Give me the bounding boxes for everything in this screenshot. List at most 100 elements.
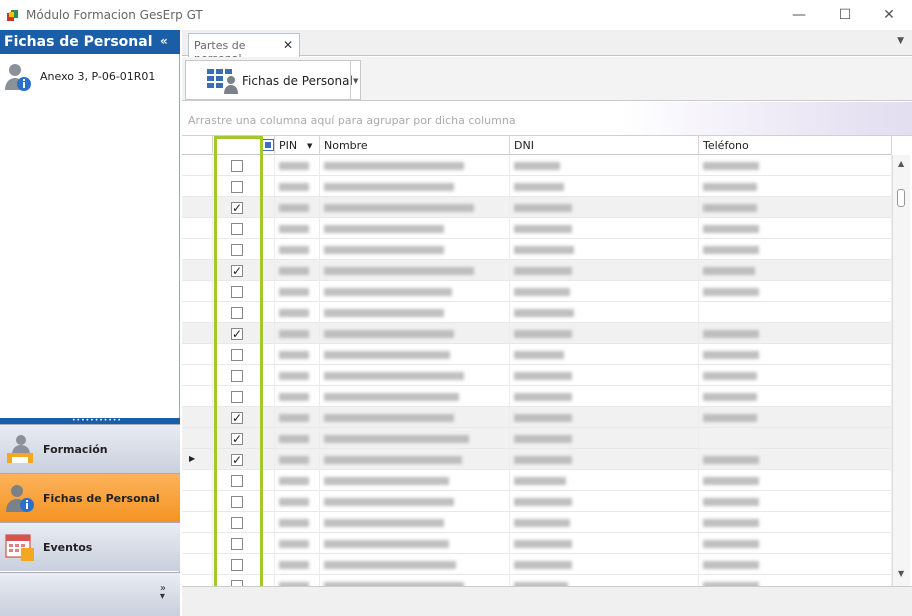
row-select-cell[interactable] [213, 344, 275, 365]
tab-menu-icon[interactable]: ▼ [897, 36, 904, 46]
table-row[interactable] [182, 302, 892, 323]
cell-telefono [699, 281, 892, 302]
obscured-value [514, 246, 574, 254]
table-row[interactable]: ✓ [182, 260, 892, 281]
table-row[interactable] [182, 512, 892, 533]
table-row[interactable]: ✓ [182, 197, 892, 218]
more-options-icon[interactable]: » ▾ [160, 584, 166, 602]
maximize-button[interactable]: ☐ [822, 0, 868, 30]
row-select-cell[interactable]: ✓ [213, 197, 275, 218]
header-dni[interactable]: DNI [510, 136, 699, 155]
obscured-value [703, 288, 759, 296]
row-select-cell[interactable]: ✓ [213, 260, 275, 281]
table-row[interactable]: ✓ [182, 407, 892, 428]
dropdown-arrow-icon[interactable]: ▼ [353, 77, 358, 85]
table-row[interactable] [182, 386, 892, 407]
table-row[interactable]: ✓ [182, 428, 892, 449]
row-select-cell[interactable] [213, 491, 275, 512]
row-checkbox[interactable] [231, 223, 243, 235]
row-checkbox[interactable]: ✓ [231, 433, 243, 445]
collapse-icon[interactable]: « [160, 34, 174, 48]
tab-partes-de-personal[interactable]: Partes de personal. ✕ [188, 33, 300, 65]
row-select-cell[interactable] [213, 575, 275, 586]
nav-formacion[interactable]: Formación [0, 424, 180, 473]
table-row[interactable] [182, 155, 892, 176]
table-row[interactable] [182, 575, 892, 586]
row-select-cell[interactable] [213, 533, 275, 554]
row-select-cell[interactable]: ✓ [213, 449, 275, 470]
person-info-icon [6, 485, 34, 512]
row-select-cell[interactable] [213, 554, 275, 575]
tab-close-icon[interactable]: ✕ [283, 38, 293, 52]
row-checkbox[interactable] [231, 349, 243, 361]
table-row[interactable] [182, 365, 892, 386]
toolbar: Fichas de Personal ▼ [182, 57, 912, 101]
header-select-all[interactable] [213, 136, 275, 155]
row-checkbox[interactable] [231, 244, 243, 256]
minimize-icon: — [792, 7, 806, 23]
row-select-cell[interactable] [213, 239, 275, 260]
row-select-cell[interactable] [213, 470, 275, 491]
row-checkbox[interactable] [231, 370, 243, 382]
table-row[interactable] [182, 281, 892, 302]
cell-dni [510, 470, 699, 491]
cell-dni [510, 281, 699, 302]
row-checkbox[interactable]: ✓ [231, 265, 243, 277]
table-row[interactable] [182, 554, 892, 575]
scroll-down-icon[interactable]: ▼ [898, 569, 904, 578]
row-select-cell[interactable] [213, 512, 275, 533]
table-row[interactable] [182, 344, 892, 365]
row-checkbox[interactable]: ✓ [231, 412, 243, 424]
table-row[interactable] [182, 533, 892, 554]
row-select-cell[interactable] [213, 176, 275, 197]
row-select-cell[interactable] [213, 155, 275, 176]
row-checkbox[interactable] [231, 475, 243, 487]
row-checkbox[interactable] [231, 559, 243, 571]
row-select-cell[interactable]: ✓ [213, 428, 275, 449]
row-checkbox[interactable] [231, 517, 243, 529]
table-row[interactable]: ▶ ✓ [182, 449, 892, 470]
row-checkbox[interactable] [231, 391, 243, 403]
obscured-value [514, 267, 572, 275]
row-checkbox[interactable] [231, 496, 243, 508]
obscured-value [703, 330, 759, 338]
vertical-scrollbar[interactable]: ▲ ▼ [892, 155, 910, 586]
table-row[interactable] [182, 218, 892, 239]
row-select-cell[interactable] [213, 386, 275, 407]
header-pin[interactable]: PIN ▼ [275, 136, 320, 155]
nav-fichas-label: Fichas de Personal [43, 492, 160, 505]
nav-fichas-de-personal[interactable]: Fichas de Personal [0, 473, 180, 522]
minimize-button[interactable]: — [776, 0, 822, 30]
table-row[interactable]: ✓ [182, 323, 892, 344]
row-checkbox[interactable]: ✓ [231, 328, 243, 340]
table-row[interactable] [182, 491, 892, 512]
table-row[interactable] [182, 176, 892, 197]
row-select-cell[interactable]: ✓ [213, 407, 275, 428]
row-select-cell[interactable] [213, 218, 275, 239]
row-select-cell[interactable] [213, 302, 275, 323]
select-all-checkbox[interactable] [262, 139, 274, 151]
row-checkbox[interactable] [231, 181, 243, 193]
scroll-up-icon[interactable]: ▲ [898, 159, 904, 168]
panel-item-anexo[interactable]: Anexo 3, P-06-01R01 [0, 60, 180, 96]
scroll-thumb[interactable] [897, 189, 905, 207]
fichas-de-personal-button[interactable]: Fichas de Personal ▼ [185, 60, 361, 100]
row-checkbox[interactable] [231, 286, 243, 298]
row-select-cell[interactable] [213, 281, 275, 302]
row-select-cell[interactable] [213, 365, 275, 386]
obscured-value [514, 225, 572, 233]
header-telefono[interactable]: Teléfono [699, 136, 892, 155]
row-checkbox[interactable] [231, 538, 243, 550]
row-checkbox[interactable]: ✓ [231, 202, 243, 214]
row-checkbox[interactable]: ✓ [231, 454, 243, 466]
row-checkbox[interactable] [231, 307, 243, 319]
group-panel[interactable]: Arrastre una columna aquí para agrupar p… [182, 102, 912, 136]
row-select-cell[interactable]: ✓ [213, 323, 275, 344]
header-nombre[interactable]: Nombre [320, 136, 510, 155]
obscured-value [279, 477, 309, 485]
table-row[interactable] [182, 239, 892, 260]
close-button[interactable]: ✕ [866, 0, 912, 30]
table-row[interactable] [182, 470, 892, 491]
nav-eventos[interactable]: Eventos [0, 522, 180, 571]
row-checkbox[interactable] [231, 160, 243, 172]
